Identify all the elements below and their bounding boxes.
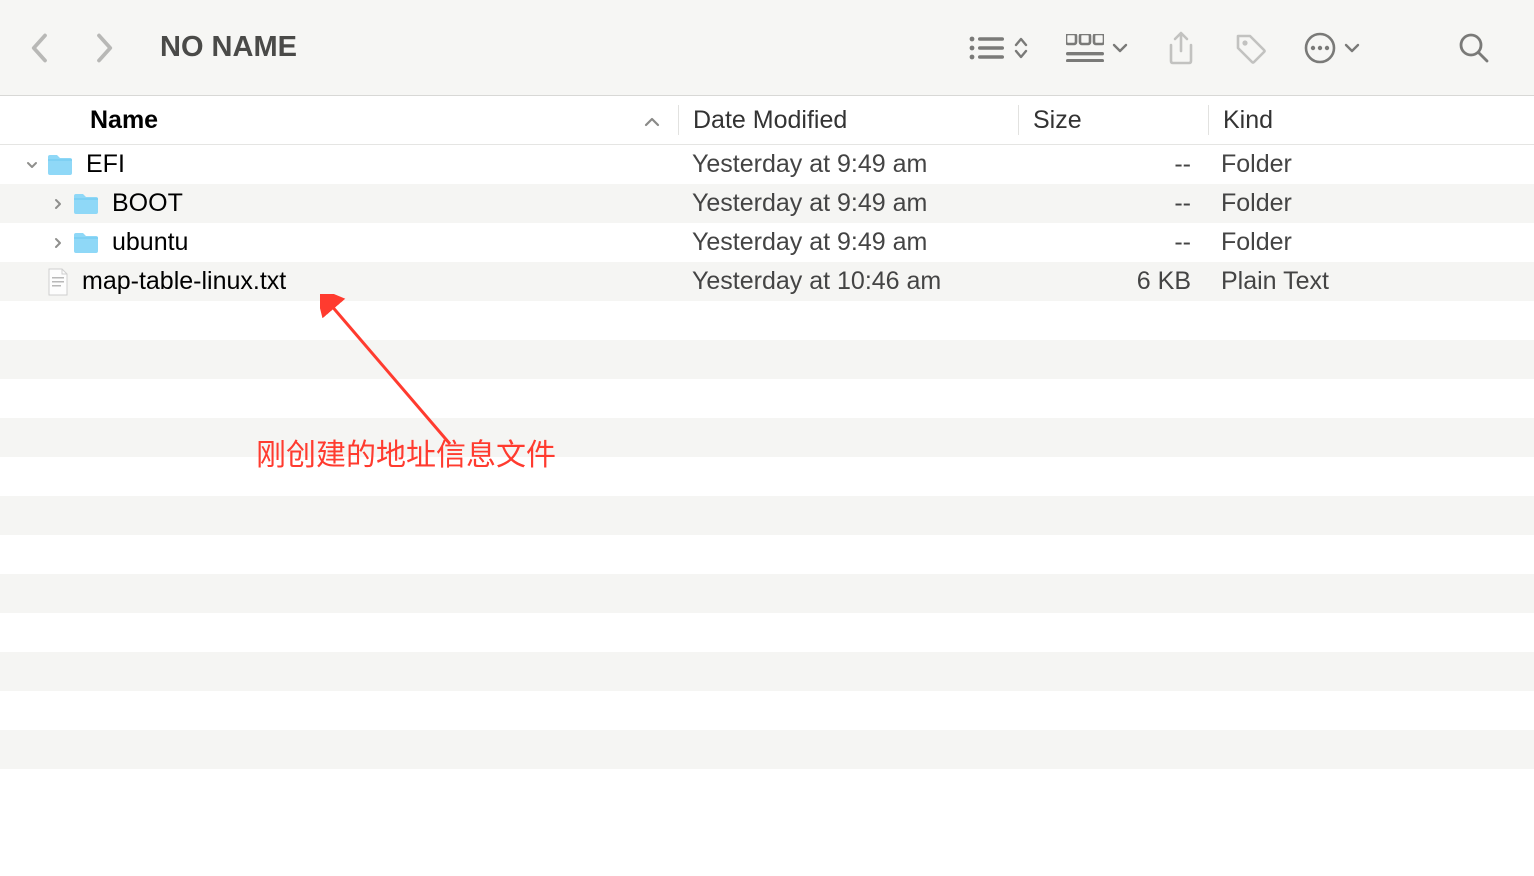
cell-name: EFI <box>0 150 678 179</box>
cell-name: map-table-linux.txt <box>0 267 678 296</box>
cell-size: 6 KB <box>1018 267 1207 296</box>
empty-row <box>0 652 1534 691</box>
group-by-button[interactable] <box>1066 34 1128 62</box>
column-header-name[interactable]: Name <box>0 106 678 135</box>
empty-row <box>0 574 1534 613</box>
column-header-kind[interactable]: Kind <box>1209 106 1534 135</box>
back-button[interactable] <box>20 28 60 68</box>
file-name: map-table-linux.txt <box>82 267 286 296</box>
file-name: ubuntu <box>112 228 188 257</box>
empty-row <box>0 535 1534 574</box>
disclosure-triangle[interactable] <box>50 235 66 251</box>
folder-icon <box>72 192 100 216</box>
disclosure-triangle[interactable] <box>50 196 66 212</box>
file-row[interactable]: EFI Yesterday at 9:49 am--Folder <box>0 145 1534 184</box>
cell-kind: Folder <box>1207 189 1534 218</box>
cell-kind: Folder <box>1207 150 1534 179</box>
list-view-icon <box>968 35 1004 61</box>
file-list: EFIYesterday at 9:49 am--FolderBOOTYeste… <box>0 145 1534 808</box>
text-file-icon <box>46 268 70 296</box>
ellipsis-circle-icon <box>1304 32 1336 64</box>
annotation-text: 刚创建的地址信息文件 <box>256 430 556 474</box>
forward-button[interactable] <box>84 28 124 68</box>
up-down-chevron-icon <box>1014 37 1028 59</box>
view-options-button[interactable] <box>968 35 1028 61</box>
chevron-down-icon <box>1112 42 1128 54</box>
folder-icon <box>72 231 100 255</box>
cell-kind: Plain Text <box>1207 267 1534 296</box>
cell-kind: Folder <box>1207 228 1534 257</box>
file-row[interactable]: map-table-linux.txt Yesterday at 10:46 am… <box>0 262 1534 301</box>
folder-icon-wrap <box>72 231 112 255</box>
share-icon <box>1166 31 1196 65</box>
folder-icon-wrap <box>72 192 112 216</box>
file-row[interactable]: ubuntu Yesterday at 9:49 am--Folder <box>0 223 1534 262</box>
sort-indicator <box>644 106 660 135</box>
file-name: EFI <box>86 150 125 179</box>
tags-button[interactable] <box>1234 32 1266 64</box>
file-name: BOOT <box>112 189 183 218</box>
cell-date: Yesterday at 9:49 am <box>678 150 1018 179</box>
chevron-left-icon <box>29 33 51 63</box>
search-button[interactable] <box>1458 32 1490 64</box>
chevron-up-icon <box>644 116 660 128</box>
empty-row <box>0 691 1534 730</box>
tag-icon <box>1234 32 1266 64</box>
cell-size: -- <box>1018 189 1207 218</box>
cell-size: -- <box>1018 228 1207 257</box>
cell-size: -- <box>1018 150 1207 179</box>
column-header-row: Name Date Modified Size Kind <box>0 96 1534 145</box>
empty-row <box>0 496 1534 535</box>
disclosure-triangle <box>24 274 40 290</box>
column-header-size[interactable]: Size <box>1019 106 1208 135</box>
toolbar: NO NAME <box>0 0 1534 96</box>
cell-date: Yesterday at 9:49 am <box>678 228 1018 257</box>
cell-date: Yesterday at 9:49 am <box>678 189 1018 218</box>
nav-buttons <box>20 28 124 68</box>
empty-row <box>0 457 1534 496</box>
search-icon <box>1458 32 1490 64</box>
toolbar-actions <box>968 31 1514 65</box>
window-title: NO NAME <box>160 31 297 64</box>
cell-date: Yesterday at 10:46 am <box>678 267 1018 296</box>
group-icon <box>1066 34 1104 62</box>
file-icon-wrap <box>46 268 82 296</box>
more-actions-button[interactable] <box>1304 32 1360 64</box>
cell-name: ubuntu <box>0 228 678 257</box>
disclosure-triangle[interactable] <box>24 157 40 173</box>
empty-row <box>0 418 1534 457</box>
empty-row <box>0 730 1534 769</box>
chevron-right-icon <box>93 33 115 63</box>
folder-icon-wrap <box>46 153 86 177</box>
share-button[interactable] <box>1166 31 1196 65</box>
file-row[interactable]: BOOT Yesterday at 9:49 am--Folder <box>0 184 1534 223</box>
chevron-down-icon <box>1344 42 1360 54</box>
empty-row <box>0 769 1534 808</box>
empty-row <box>0 301 1534 340</box>
empty-row <box>0 340 1534 379</box>
empty-row <box>0 379 1534 418</box>
cell-name: BOOT <box>0 189 678 218</box>
column-header-date[interactable]: Date Modified <box>679 106 1018 135</box>
folder-icon <box>46 153 74 177</box>
column-header-name-label: Name <box>90 106 158 135</box>
empty-row <box>0 613 1534 652</box>
